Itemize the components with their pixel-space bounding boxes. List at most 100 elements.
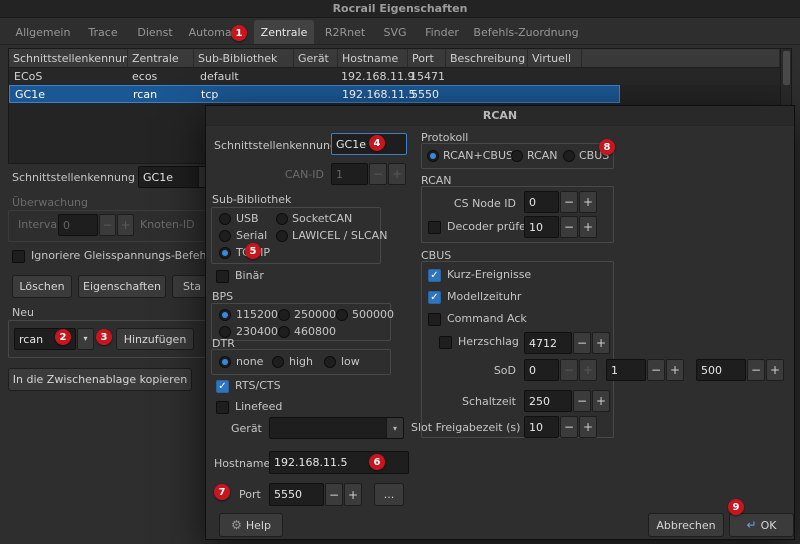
can-id-plus-button[interactable]: + xyxy=(388,163,406,185)
tab-finder[interactable]: Finder xyxy=(418,20,466,44)
command-ack-checkbox[interactable] xyxy=(428,313,441,326)
heartbeat-minus-button[interactable]: − xyxy=(573,332,591,354)
sod-2-minus-button[interactable]: − xyxy=(647,359,665,381)
radio-dtr-high[interactable] xyxy=(272,356,284,368)
chevron-down-icon[interactable]: ▾ xyxy=(386,418,403,438)
radio-250000-label[interactable]: 250000 xyxy=(294,308,336,322)
radio-cbus[interactable] xyxy=(563,150,575,162)
sod-1-plus-button[interactable]: + xyxy=(579,359,597,381)
rtscts-checkbox[interactable]: ✓ xyxy=(216,380,229,393)
radio-230400-label[interactable]: 230400 xyxy=(236,325,278,339)
linefeed-label[interactable]: Linefeed xyxy=(235,400,282,414)
radio-500000-label[interactable]: 500000 xyxy=(352,308,394,322)
radio-lawicel[interactable] xyxy=(276,230,288,242)
radio-500000[interactable] xyxy=(336,309,348,321)
decoder-check-value[interactable]: 10 xyxy=(524,216,559,238)
browse-dots-button[interactable]: ... xyxy=(374,483,404,506)
radio-socketcan[interactable] xyxy=(276,213,288,225)
model-clock-label[interactable]: Modellzeituhr xyxy=(447,290,521,304)
tab-zentrale[interactable]: Zentrale xyxy=(254,20,314,44)
can-id-minus-button[interactable]: − xyxy=(369,163,387,185)
radio-tcpip[interactable] xyxy=(219,247,231,259)
slot-release-minus-button[interactable]: − xyxy=(560,416,578,438)
radio-dtr-low[interactable] xyxy=(324,356,336,368)
heartbeat-plus-button[interactable]: + xyxy=(592,332,610,354)
switch-time-minus-button[interactable]: − xyxy=(573,390,591,412)
device-combo[interactable]: ▾ xyxy=(269,417,404,439)
delete-button[interactable]: Löschen xyxy=(12,275,72,298)
slot-release-plus-button[interactable]: + xyxy=(579,416,597,438)
tab-svg[interactable]: SVG xyxy=(376,20,414,44)
ignore-power-commands-label[interactable]: Ignoriere Gleisspannungs-Befehle xyxy=(31,249,216,263)
cancel-button[interactable]: Abbrechen xyxy=(648,513,724,537)
radio-rcan-cbus-label[interactable]: RCAN+CBUS xyxy=(443,149,513,163)
switch-time-plus-button[interactable]: + xyxy=(592,390,610,412)
can-id-value[interactable]: 1 xyxy=(331,163,368,185)
tab-r2rnet[interactable]: R2Rnet xyxy=(318,20,372,44)
column-header-zentrale[interactable]: Zentrale xyxy=(128,49,194,68)
tab-dienst[interactable]: Dienst xyxy=(130,20,180,44)
radio-rcan[interactable] xyxy=(511,150,523,162)
column-header-sublib[interactable]: Sub-Bibliothek xyxy=(194,49,294,68)
column-header-virtuell[interactable]: Virtuell xyxy=(528,49,582,68)
binar-checkbox[interactable] xyxy=(216,270,229,283)
radio-socketcan-label[interactable]: SocketCAN xyxy=(292,212,352,226)
radio-rcan-label[interactable]: RCAN xyxy=(527,149,558,163)
radio-dtr-high-label[interactable]: high xyxy=(289,355,313,369)
radio-serial[interactable] xyxy=(219,230,231,242)
interval-plus-button[interactable]: + xyxy=(117,214,134,236)
sod-3-plus-button[interactable]: + xyxy=(766,359,784,381)
column-header-interface[interactable]: Schnittstellenkennung xyxy=(9,49,128,68)
slot-release-value[interactable]: 10 xyxy=(524,416,559,438)
binar-label[interactable]: Binär xyxy=(235,269,264,283)
radio-usb[interactable] xyxy=(219,213,231,225)
short-events-checkbox[interactable]: ✓ xyxy=(428,269,441,282)
chevron-down-icon[interactable]: ▾ xyxy=(77,328,94,350)
hostname-input[interactable]: 192.168.11.5 xyxy=(269,451,409,474)
sod-1-minus-button[interactable]: − xyxy=(560,359,578,381)
heartbeat-value[interactable]: 4712 xyxy=(524,332,572,354)
radio-460800-label[interactable]: 460800 xyxy=(294,325,336,339)
sod-value-3[interactable]: 500 xyxy=(696,359,746,381)
radio-250000[interactable] xyxy=(278,309,290,321)
radio-serial-label[interactable]: Serial xyxy=(236,229,267,243)
radio-dtr-none-label[interactable]: none xyxy=(236,355,263,369)
command-ack-label[interactable]: Command Ack xyxy=(447,312,527,326)
tab-trace[interactable]: Trace xyxy=(80,20,126,44)
heartbeat-checkbox[interactable] xyxy=(439,336,452,349)
linefeed-checkbox[interactable] xyxy=(216,401,229,414)
interval-minus-button[interactable]: − xyxy=(99,214,116,236)
radio-460800[interactable] xyxy=(278,326,290,338)
decoder-check-minus-button[interactable]: − xyxy=(560,216,578,238)
radio-dtr-low-label[interactable]: low xyxy=(341,355,360,369)
interface-at-combo-value[interactable]: GC1e xyxy=(139,167,198,187)
interval-value[interactable]: 0 xyxy=(58,214,98,236)
table-row-ecos[interactable]: ECoS ecos default 192.168.11.9 15471 xyxy=(9,68,780,85)
column-header-hostname[interactable]: Hostname xyxy=(338,49,408,68)
tab-befehls-zuordnung[interactable]: Befehls-Zuordnung xyxy=(470,20,582,44)
sod-value-2[interactable]: 1 xyxy=(606,359,646,381)
help-button[interactable]: ⚙ Help xyxy=(219,513,283,537)
sod-2-plus-button[interactable]: + xyxy=(666,359,684,381)
sod-3-minus-button[interactable]: − xyxy=(747,359,765,381)
short-events-label[interactable]: Kurz-Ereignisse xyxy=(447,268,531,282)
model-clock-checkbox[interactable]: ✓ xyxy=(428,291,441,304)
ok-button[interactable]: ↵ OK xyxy=(729,513,794,537)
radio-lawicel-label[interactable]: LAWICEL / SLCAN xyxy=(292,229,387,243)
copy-to-clipboard-button[interactable]: In die Zwischenablage kopieren xyxy=(8,368,192,391)
radio-dtr-none[interactable] xyxy=(219,356,231,368)
port-value[interactable]: 5550 xyxy=(269,483,324,506)
decoder-check-plus-button[interactable]: + xyxy=(579,216,597,238)
table-scrollbar-thumb[interactable] xyxy=(783,51,790,85)
switch-time-value[interactable]: 250 xyxy=(524,390,572,412)
column-header-geraet[interactable]: Gerät xyxy=(294,49,338,68)
radio-rcan-cbus[interactable] xyxy=(427,150,439,162)
rtscts-label[interactable]: RTS/CTS xyxy=(235,379,281,393)
sod-value-1[interactable]: 0 xyxy=(524,359,559,381)
properties-button[interactable]: Eigenschaften xyxy=(78,275,166,298)
column-header-port[interactable]: Port xyxy=(408,49,446,68)
add-button[interactable]: Hinzufügen xyxy=(116,328,194,350)
device-combo-value[interactable] xyxy=(270,418,386,438)
cs-node-id-plus-button[interactable]: + xyxy=(579,191,597,213)
radio-115200[interactable] xyxy=(219,309,231,321)
